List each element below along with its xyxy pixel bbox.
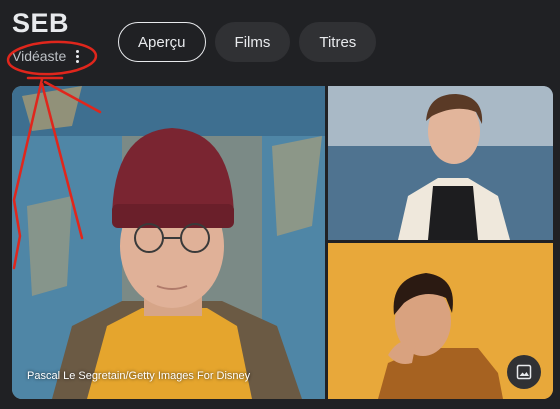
subtitle-row: Vidéaste <box>12 48 81 64</box>
tab-bar: Aperçu Films Titres <box>118 22 377 62</box>
bottom-right-image[interactable] <box>328 243 553 399</box>
tab-titres[interactable]: Titres <box>299 22 377 62</box>
tab-apercu[interactable]: Aperçu <box>118 22 206 62</box>
image-credit: Pascal Le Segretain/Getty Images For Dis… <box>27 370 251 382</box>
image-icon[interactable] <box>507 355 541 389</box>
portrait-illustration <box>12 86 325 399</box>
portrait-illustration <box>328 86 553 240</box>
image-gallery: Pascal Le Segretain/Getty Images For Dis… <box>12 86 553 399</box>
main-image[interactable]: Pascal Le Segretain/Getty Images For Dis… <box>12 86 325 399</box>
more-vert-icon[interactable] <box>74 49 81 63</box>
tab-films[interactable]: Films <box>214 22 291 62</box>
page-title: SEB <box>12 8 70 38</box>
subtitle: Vidéaste <box>12 48 67 64</box>
top-right-image[interactable] <box>328 86 553 240</box>
